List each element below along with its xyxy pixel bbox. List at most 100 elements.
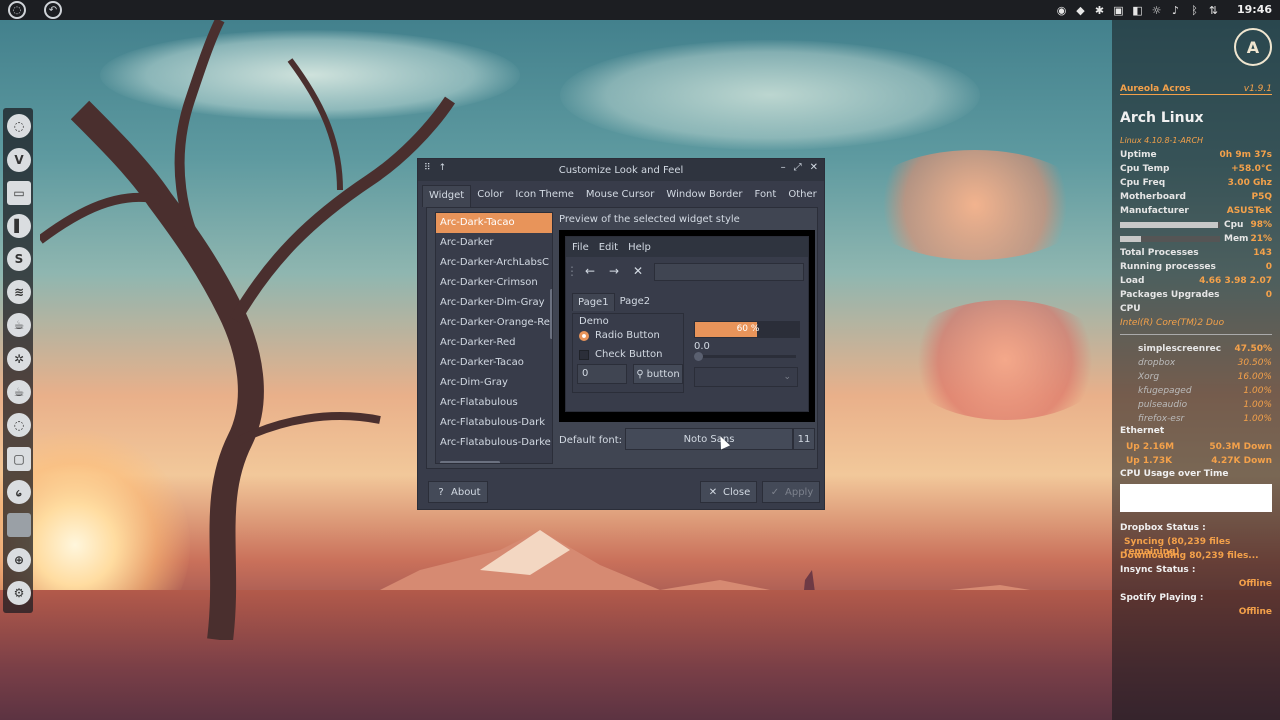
list-item[interactable]: Arc-Darker-ArchLabsC bbox=[436, 253, 552, 273]
scale-value: 0.0 bbox=[694, 341, 710, 352]
preview-button[interactable]: ⚲ button bbox=[633, 364, 683, 384]
display-icon[interactable]: ▣ bbox=[1112, 4, 1125, 17]
check-label: Check Button bbox=[595, 349, 663, 360]
vivaldi-icon[interactable]: V bbox=[7, 148, 31, 172]
horizontal-scrollbar[interactable] bbox=[440, 461, 500, 463]
tab-icon-theme[interactable]: Icon Theme bbox=[509, 185, 580, 207]
minimize-icon[interactable]: – bbox=[781, 162, 786, 173]
monitor-icon[interactable]: ▢ bbox=[7, 447, 31, 471]
bluetooth-icon[interactable]: ᛒ bbox=[1188, 4, 1201, 17]
tree bbox=[40, 20, 455, 640]
files-icon[interactable]: ▭ bbox=[7, 181, 31, 205]
about-button[interactable]: ? About bbox=[428, 481, 488, 503]
tab-mouse-cursor[interactable]: Mouse Cursor bbox=[580, 185, 661, 207]
checkbox-indicator bbox=[579, 349, 589, 360]
list-item[interactable]: Arc-Darker-Dim-Gray bbox=[436, 293, 552, 313]
preview-label: Preview of the selected widget style bbox=[559, 214, 740, 225]
tab-widget[interactable]: Widget bbox=[422, 185, 472, 207]
list-item[interactable]: Arc-Flatabulous bbox=[436, 393, 552, 413]
speaker-icon[interactable]: ♪ bbox=[1169, 4, 1182, 17]
ethernet-title: Ethernet bbox=[1120, 426, 1165, 436]
titlebar[interactable]: ⠿ ↑ Customize Look and Feel – ⤢ ✕ bbox=[418, 159, 824, 181]
preview-combobox[interactable]: ⌄ bbox=[694, 367, 798, 387]
brightness-icon[interactable]: ☼ bbox=[1150, 4, 1163, 17]
distro-title: Arch Linux bbox=[1120, 110, 1204, 126]
list-item[interactable]: Arc-Darker-Crimson bbox=[436, 273, 552, 293]
vertical-scrollbar[interactable] bbox=[550, 289, 552, 339]
back-arrow-icon[interactable]: ← bbox=[578, 264, 602, 278]
settings-icon[interactable]: ✲ bbox=[7, 347, 31, 371]
terminal-icon[interactable]: ▌ bbox=[7, 214, 31, 238]
camera-icon[interactable]: ◉ bbox=[1055, 4, 1068, 17]
menu-dots-icon[interactable]: ⠿ bbox=[424, 163, 431, 173]
top-panel: ◌ ↶ ◉ ◆ ✱ ▣ ◧ ☼ ♪ ᛒ ⇅ 19:46 bbox=[0, 0, 1280, 20]
tab-page1[interactable]: Page1 bbox=[572, 293, 615, 311]
menu-help[interactable]: Help bbox=[628, 242, 651, 253]
close-icon[interactable]: ✕ bbox=[810, 162, 818, 173]
toolbar-grip-icon: ⋮ bbox=[566, 264, 578, 278]
pivot-icon[interactable]: ⊕ bbox=[7, 548, 31, 572]
list-item[interactable]: Arc-Flatabulous-Darke bbox=[436, 433, 552, 453]
app-alt-icon[interactable]: ◌ bbox=[7, 413, 31, 437]
close-button[interactable]: ✕ Close bbox=[700, 481, 758, 503]
slider-handle[interactable] bbox=[694, 352, 703, 361]
list-item[interactable]: Arc-Darker bbox=[436, 233, 552, 253]
network-icon[interactable]: ⇅ bbox=[1207, 4, 1220, 17]
swirl-icon[interactable]: ᥀ bbox=[7, 480, 31, 504]
dock: ◌ V ▭ ▌ S ≋ ☕ ✲ ☕ ◌ ▢ ᥀ ⊕ ⚙ bbox=[3, 108, 33, 613]
check-button[interactable]: Check Button bbox=[579, 349, 662, 360]
app-icon[interactable]: ◌ bbox=[7, 114, 31, 138]
cpu-usage-graph bbox=[1120, 484, 1272, 512]
back-arrow-icon[interactable]: ↶ bbox=[44, 1, 62, 19]
demo-frame-label: Demo bbox=[579, 316, 609, 327]
spotify-icon[interactable]: ≋ bbox=[7, 280, 31, 304]
menu-edit[interactable]: Edit bbox=[599, 242, 618, 253]
preview-entry[interactable] bbox=[654, 263, 804, 281]
theme-list[interactable]: Arc-Dark-Tacao Arc-Darker Arc-Darker-Arc… bbox=[435, 212, 553, 464]
list-item[interactable]: Arc-Darker-Tacao bbox=[436, 353, 552, 373]
skype-icon[interactable]: S bbox=[7, 247, 31, 271]
tab-window-border[interactable]: Window Border bbox=[660, 185, 748, 207]
tab-other[interactable]: Other bbox=[782, 185, 822, 207]
dropbox-icon[interactable]: ◆ bbox=[1074, 4, 1087, 17]
divider bbox=[1120, 334, 1272, 335]
about-label: About bbox=[451, 486, 481, 498]
volume-icon[interactable]: ◧ bbox=[1131, 4, 1144, 17]
help-icon: ? bbox=[438, 486, 444, 498]
conky-row: Manufacturer ASUSTeK bbox=[1120, 206, 1272, 216]
conky-row: Cpu Freq 3.00 Ghz bbox=[1120, 178, 1272, 188]
stop-icon[interactable]: ✕ bbox=[626, 264, 650, 278]
maximize-icon[interactable]: ⤢ bbox=[794, 162, 802, 173]
widget-tab-pane: Arc-Dark-Tacao Arc-Darker Arc-Darker-Arc… bbox=[426, 207, 818, 469]
tool-icon[interactable]: ⚙ bbox=[7, 581, 31, 605]
radio-button[interactable]: Radio Button bbox=[579, 330, 660, 341]
font-size-display[interactable]: 11 bbox=[793, 428, 815, 450]
apply-label: Apply bbox=[785, 486, 814, 498]
tab-font[interactable]: Font bbox=[749, 185, 783, 207]
list-item[interactable]: Arc-Darker-Orange-Re bbox=[436, 313, 552, 333]
gear-icon[interactable]: ✱ bbox=[1093, 4, 1106, 17]
pin-icon[interactable]: ↑ bbox=[439, 163, 447, 173]
list-item[interactable]: Arc-Darker-Red bbox=[436, 333, 552, 353]
clock[interactable]: 19:46 bbox=[1237, 3, 1272, 16]
apply-button[interactable]: ✓ Apply bbox=[762, 481, 821, 503]
list-item[interactable]: Arc-Dark-Tacao bbox=[436, 213, 552, 233]
tab-color[interactable]: Color bbox=[471, 185, 509, 207]
teapot-icon[interactable]: ☕ bbox=[7, 313, 31, 337]
blank-icon[interactable] bbox=[7, 513, 31, 537]
list-item[interactable]: Arc-Flatabulous-Dark bbox=[436, 413, 552, 433]
preview-window: File Edit Help ⋮ ← → ✕ Page1 Page2 Demo bbox=[565, 236, 809, 412]
teapot-alt-icon[interactable]: ☕ bbox=[7, 380, 31, 404]
system-tray: ◉ ◆ ✱ ▣ ◧ ☼ ♪ ᛒ ⇅ bbox=[1055, 0, 1220, 20]
font-picker-button[interactable]: Noto Sans bbox=[625, 428, 793, 450]
list-item[interactable]: Arc-Dim-Gray bbox=[436, 373, 552, 393]
spin-button[interactable]: 0 bbox=[577, 364, 627, 384]
conky-theme-name: Aureola Acros bbox=[1120, 84, 1191, 94]
menu-file[interactable]: File bbox=[572, 242, 589, 253]
app-menu-icon[interactable]: ◌ bbox=[8, 1, 26, 19]
scale-slider[interactable] bbox=[694, 352, 796, 361]
forward-arrow-icon[interactable]: → bbox=[602, 264, 626, 278]
tab-page2[interactable]: Page2 bbox=[615, 293, 656, 311]
close-icon: ✕ bbox=[708, 486, 718, 498]
customize-dialog: ⠿ ↑ Customize Look and Feel – ⤢ ✕ Widget… bbox=[417, 158, 825, 510]
